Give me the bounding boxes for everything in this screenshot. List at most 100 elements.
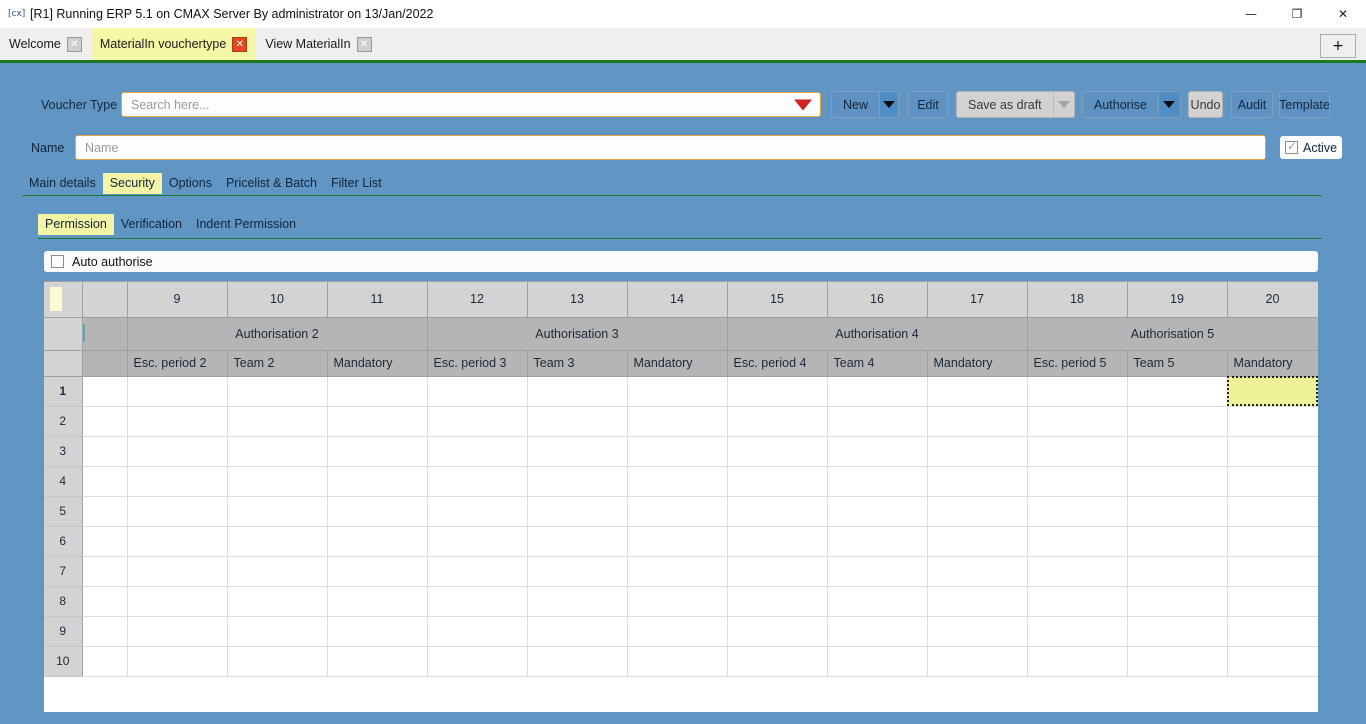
grid-cell-r1-c19[interactable]: [1127, 376, 1227, 406]
table-row[interactable]: 9: [44, 616, 1318, 646]
grid-cell-r5-c11[interactable]: [327, 496, 427, 526]
grid-cell-r4-c12[interactable]: [427, 466, 527, 496]
grid-cell-r9-c13[interactable]: [527, 616, 627, 646]
grid-cell-r6-c15[interactable]: [727, 526, 827, 556]
grid-cell-r1-c18[interactable]: [1027, 376, 1127, 406]
audit-button[interactable]: Audit: [1231, 91, 1273, 118]
table-row[interactable]: 10: [44, 646, 1318, 676]
grid-cell-r5-c13[interactable]: [527, 496, 627, 526]
tab-security[interactable]: Security: [103, 173, 162, 194]
grid-cell-r4-c15[interactable]: [727, 466, 827, 496]
grid-cell-r6-blank[interactable]: [82, 526, 127, 556]
subheader-esc-period-4[interactable]: Esc. period 4: [727, 350, 827, 376]
grid-cell-r8-c19[interactable]: [1127, 586, 1227, 616]
tab-verification[interactable]: Verification: [114, 214, 189, 235]
grid-cell-r1-c11[interactable]: [327, 376, 427, 406]
grid-cell-r6-c12[interactable]: [427, 526, 527, 556]
table-row[interactable]: 5: [44, 496, 1318, 526]
grid-cell-r3-blank[interactable]: [82, 436, 127, 466]
grid-cell-r5-c9[interactable]: [127, 496, 227, 526]
grid-cell-r3-c12[interactable]: [427, 436, 527, 466]
col-number-12[interactable]: 12: [427, 282, 527, 317]
grid-cell-r5-c14[interactable]: [627, 496, 727, 526]
template-button[interactable]: Template: [1279, 91, 1330, 118]
grid-cell-r8-c15[interactable]: [727, 586, 827, 616]
grid-cell-r2-c11[interactable]: [327, 406, 427, 436]
grid-cell-r3-c14[interactable]: [627, 436, 727, 466]
grid-cell-r9-c9[interactable]: [127, 616, 227, 646]
auto-authorise-checkbox[interactable]: [51, 255, 64, 268]
grid-cell-r7-c11[interactable]: [327, 556, 427, 586]
grid-cell-r5-c18[interactable]: [1027, 496, 1127, 526]
col-number-18[interactable]: 18: [1027, 282, 1127, 317]
grid-cell-r1-c14[interactable]: [627, 376, 727, 406]
permission-grid[interactable]: 9 10 11 12 13 14 15 16 17 18 19 20 Autho: [44, 281, 1318, 712]
grid-cell-r5-c17[interactable]: [927, 496, 1027, 526]
grid-cell-r4-c14[interactable]: [627, 466, 727, 496]
grid-cell-r5-c15[interactable]: [727, 496, 827, 526]
grid-cell-r7-c10[interactable]: [227, 556, 327, 586]
grid-cell-r2-c13[interactable]: [527, 406, 627, 436]
authorise-button[interactable]: Authorise: [1082, 91, 1181, 118]
grid-cell-r2-c19[interactable]: [1127, 406, 1227, 436]
grid-cell-r10-c14[interactable]: [627, 646, 727, 676]
save-as-draft-dropdown-arrow[interactable]: [1053, 92, 1074, 117]
grid-cell-r4-c16[interactable]: [827, 466, 927, 496]
grid-cell-r8-c11[interactable]: [327, 586, 427, 616]
grid-cell-r2-c9[interactable]: [127, 406, 227, 436]
table-row[interactable]: 1: [44, 376, 1318, 406]
grid-cell-r8-c16[interactable]: [827, 586, 927, 616]
grid-cell-r7-c15[interactable]: [727, 556, 827, 586]
grid-cell-r9-c19[interactable]: [1127, 616, 1227, 646]
tab-indent-permission[interactable]: Indent Permission: [189, 214, 303, 235]
table-row[interactable]: 6: [44, 526, 1318, 556]
grid-cell-r1-c13[interactable]: [527, 376, 627, 406]
grid-cell-r10-blank[interactable]: [82, 646, 127, 676]
name-input[interactable]: Name: [75, 135, 1266, 160]
subheader-mandatory-3[interactable]: Mandatory: [627, 350, 727, 376]
grid-corner-cell[interactable]: [44, 282, 82, 317]
col-number-15[interactable]: 15: [727, 282, 827, 317]
grid-cell-r8-c14[interactable]: [627, 586, 727, 616]
grid-cell-r3-c13[interactable]: [527, 436, 627, 466]
tab-pricelist-batch[interactable]: Pricelist & Batch: [219, 173, 324, 194]
grid-cell-r7-c14[interactable]: [627, 556, 727, 586]
grid-cell-r2-c12[interactable]: [427, 406, 527, 436]
grid-cell-r10-c11[interactable]: [327, 646, 427, 676]
grid-cell-r1-blank[interactable]: [82, 376, 127, 406]
grid-cell-r10-c19[interactable]: [1127, 646, 1227, 676]
grid-cell-r2-c16[interactable]: [827, 406, 927, 436]
table-row[interactable]: 8: [44, 586, 1318, 616]
col-number-16[interactable]: 16: [827, 282, 927, 317]
grid-cell-r4-c9[interactable]: [127, 466, 227, 496]
save-as-draft-button[interactable]: Save as draft: [956, 91, 1075, 118]
new-button[interactable]: New: [831, 91, 899, 118]
tab-close-icon[interactable]: ✕: [357, 37, 372, 52]
grid-cell-r3-c15[interactable]: [727, 436, 827, 466]
auto-authorise-row[interactable]: Auto authorise: [44, 251, 1318, 272]
row-header-10[interactable]: 10: [44, 646, 82, 676]
grid-cell-r5-c12[interactable]: [427, 496, 527, 526]
grid-cell-r5-blank[interactable]: [82, 496, 127, 526]
grid-cell-r8-c20[interactable]: [1227, 586, 1318, 616]
subheader-mandatory-5[interactable]: Mandatory: [1227, 350, 1318, 376]
row-header-8[interactable]: 8: [44, 586, 82, 616]
grid-cell-r1-c16[interactable]: [827, 376, 927, 406]
grid-cell-r3-c17[interactable]: [927, 436, 1027, 466]
tab-view-materialin[interactable]: View MaterialIn ✕: [256, 28, 380, 60]
grid-cell-r6-c20[interactable]: [1227, 526, 1318, 556]
grid-cell-r5-c19[interactable]: [1127, 496, 1227, 526]
grid-cell-r10-c17[interactable]: [927, 646, 1027, 676]
table-row[interactable]: 7: [44, 556, 1318, 586]
grid-cell-r7-c19[interactable]: [1127, 556, 1227, 586]
tab-close-icon[interactable]: ✕: [67, 37, 82, 52]
grid-cell-r8-c17[interactable]: [927, 586, 1027, 616]
grid-cell-r3-c19[interactable]: [1127, 436, 1227, 466]
grid-cell-r9-c12[interactable]: [427, 616, 527, 646]
grid-cell-r9-c17[interactable]: [927, 616, 1027, 646]
authorise-dropdown-arrow[interactable]: [1158, 92, 1180, 117]
col-number-20[interactable]: 20: [1227, 282, 1318, 317]
col-number-9[interactable]: 9: [127, 282, 227, 317]
tab-filter-list[interactable]: Filter List: [324, 173, 389, 194]
grid-cell-r4-c10[interactable]: [227, 466, 327, 496]
